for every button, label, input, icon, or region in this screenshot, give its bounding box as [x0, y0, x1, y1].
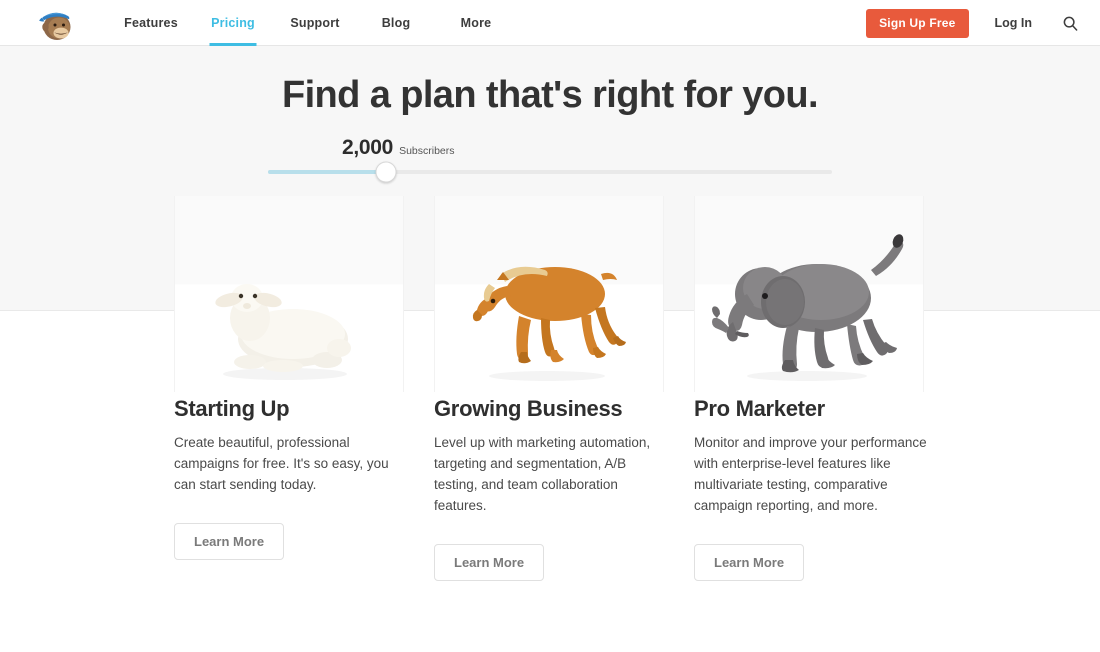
nav-links: Features Pricing Support Blog More	[110, 0, 516, 46]
plan-title: Starting Up	[174, 396, 290, 421]
nav-link-support[interactable]: Support	[274, 0, 356, 46]
nav-link-label: Pricing	[211, 16, 255, 30]
plan-description: Level up with marketing automation, targ…	[434, 435, 651, 513]
plan-image-card-starting-up[interactable]	[174, 196, 404, 392]
plan-growing-business: Growing Business Level up with marketing…	[434, 396, 694, 581]
nav-link-label: More	[460, 16, 492, 30]
learn-more-button-growing-business[interactable]: Learn More	[434, 544, 545, 581]
nav-link-blog[interactable]: Blog	[356, 0, 436, 46]
subscriber-count-unit: Subscribers	[399, 145, 455, 157]
plan-title: Pro Marketer	[694, 396, 825, 421]
elephant-figurine-image	[712, 234, 904, 381]
plan-starting-up: Starting Up Create beautiful, profession…	[174, 396, 434, 581]
subscriber-count-value: 2,000	[342, 136, 394, 159]
nav-actions: Sign Up Free Log In	[866, 0, 1100, 46]
slider-thumb[interactable]	[375, 161, 397, 183]
plan-description: Monitor and improve your performance wit…	[694, 435, 927, 513]
learn-more-button-pro-marketer[interactable]: Learn More	[694, 544, 805, 581]
mailchimp-freddie-logo[interactable]	[34, 4, 78, 44]
search-icon	[1063, 16, 1077, 31]
nav-link-features[interactable]: Features	[110, 0, 192, 46]
search-button[interactable]	[1060, 13, 1080, 33]
slider-track[interactable]	[268, 161, 832, 183]
page-title: Find a plan that's right for you.	[281, 74, 819, 116]
plan-image-card-growing-business[interactable]	[434, 196, 664, 392]
lamb-figurine-image	[215, 284, 351, 380]
nav-link-label: Features	[124, 16, 178, 30]
nav-link-label: Support	[290, 16, 340, 30]
plan-description: Create beautiful, professional campaigns…	[174, 435, 389, 492]
sign-up-free-button[interactable]: Sign Up Free	[866, 8, 969, 38]
plan-image-card-pro-marketer[interactable]	[694, 196, 924, 392]
plan-pro-marketer: Pro Marketer Monitor and improve your pe…	[694, 396, 954, 581]
subscriber-count-label: 2,000 Subscribers	[342, 136, 832, 160]
nav-link-pricing[interactable]: Pricing	[192, 0, 274, 46]
plans-section: Starting Up Create beautiful, profession…	[0, 396, 1100, 581]
horse-figurine-image	[472, 266, 626, 381]
nav-link-more[interactable]: More	[436, 0, 516, 46]
log-in-link[interactable]: Log In	[995, 16, 1033, 30]
freddie-monkey-icon	[39, 12, 71, 40]
learn-more-button-starting-up[interactable]: Learn More	[174, 523, 285, 560]
nav-link-label: Blog	[381, 16, 411, 30]
top-navigation-bar: Features Pricing Support Blog More Sign …	[0, 0, 1100, 46]
slider-fill	[268, 170, 387, 174]
plan-title: Growing Business	[434, 396, 623, 421]
subscriber-slider: 2,000 Subscribers	[268, 136, 832, 183]
